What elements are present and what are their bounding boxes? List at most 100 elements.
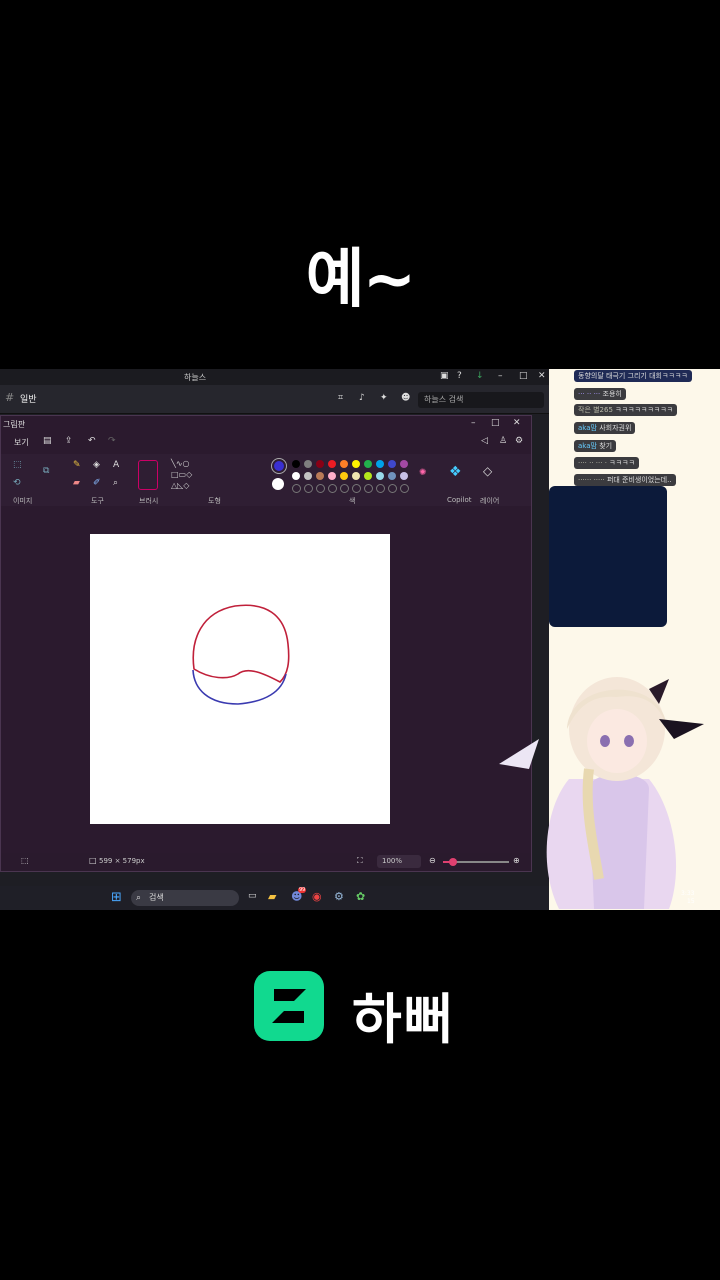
palette-color-swatch[interactable] (400, 460, 408, 468)
group-label-brushes: 브러시 (139, 497, 159, 505)
primary-color-swatch[interactable] (271, 458, 287, 474)
close-icon[interactable]: ✕ (538, 371, 546, 381)
steam-icon[interactable]: ⚙ (334, 890, 344, 903)
secondary-color-swatch[interactable] (272, 478, 284, 490)
empty-color-slot[interactable] (388, 484, 397, 493)
undo-icon[interactable]: ↶ (88, 436, 96, 446)
paint-title: 그림판 (3, 420, 26, 429)
empty-color-slot[interactable] (316, 484, 325, 493)
chat-message: 작은 별265 ㅋㅋㅋㅋㅋㅋㅋㅋㅋ (574, 404, 678, 416)
paint-minimize-icon[interactable]: – (471, 418, 476, 428)
windows-start-icon[interactable]: ⊞ (111, 890, 122, 905)
share-icon[interactable]: ⇪ (65, 436, 73, 446)
selection-size-icon: ⬚ (21, 856, 29, 865)
caption-text: 예~ (305, 243, 417, 317)
bell-icon[interactable]: ♪ (359, 393, 365, 403)
account-icon[interactable]: ♙ (499, 436, 507, 446)
taskbar-search[interactable]: ⌕ 검색 (131, 890, 239, 906)
paint-menu-bar: 보기 ▤ ⇪ ↶ ↷ ◁ ♙ ⚙ (1, 432, 531, 454)
group-label-shapes: 도형 (208, 497, 221, 505)
file-explorer-icon[interactable]: ▰ (268, 890, 276, 903)
paint-title-bar: 그림판 – □ ✕ (1, 416, 531, 432)
color-palette (292, 458, 417, 493)
settings-icon[interactable]: ⚙ (515, 436, 523, 446)
canvas-size-icon: □ (89, 856, 97, 865)
group-label-image: 이미지 (13, 497, 33, 505)
palette-color-swatch[interactable] (364, 472, 372, 480)
paint-app-icon[interactable]: ✿ (356, 890, 365, 903)
eraser-icon[interactable]: ▰ (73, 478, 80, 488)
chat-message: ··· ·· ··· 조용히 (574, 388, 626, 400)
empty-color-slot[interactable] (328, 484, 337, 493)
empty-color-slot[interactable] (400, 484, 409, 493)
drawing-canvas[interactable] (90, 534, 390, 824)
palette-color-swatch[interactable] (364, 460, 372, 468)
rotate-icon[interactable]: ⟲ (13, 478, 21, 488)
download-icon[interactable]: ↓ (476, 371, 484, 381)
canvas-dimensions: 599 × 579px (99, 857, 145, 865)
palette-color-swatch[interactable] (388, 460, 396, 468)
empty-color-slot[interactable] (376, 484, 385, 493)
empty-color-slot[interactable] (364, 484, 373, 493)
task-view-icon[interactable]: ▭ (248, 891, 257, 901)
discord-search-input[interactable]: 하늘스 검색 (418, 392, 544, 408)
palette-color-swatch[interactable] (292, 472, 300, 480)
paint-status-bar: ⬚ □ 599 × 579px ⛶ 100% ⊖ ⊕ (1, 853, 531, 871)
palette-color-swatch[interactable] (340, 472, 348, 480)
menu-view[interactable]: 보기 (14, 437, 29, 448)
palette-color-swatch[interactable] (340, 460, 348, 468)
save-icon[interactable]: ▤ (43, 436, 52, 446)
maximize-icon[interactable]: □ (519, 371, 528, 381)
palette-color-swatch[interactable] (328, 472, 336, 480)
palette-color-swatch[interactable] (352, 472, 360, 480)
select-icon[interactable]: ⬚ (13, 460, 22, 470)
empty-color-slot[interactable] (292, 484, 301, 493)
zoom-out-icon[interactable]: ⊖ (429, 856, 436, 865)
zoom-select[interactable]: 100% (377, 855, 421, 868)
palette-color-swatch[interactable] (316, 472, 324, 480)
inbox-icon[interactable]: ▣ (440, 371, 449, 381)
minimize-icon[interactable]: – (498, 371, 503, 381)
color-picker-icon[interactable]: ✐ (93, 478, 101, 488)
pencil-icon[interactable]: ✎ (73, 460, 81, 470)
paint-ribbon: ⬚ ⟲ ⧉ 이미지 ✎ ◈ A ▰ ✐ ⌕ 도구 브러시 ╲∿○ □▭◇ △◺◇ 도… (1, 454, 531, 507)
palette-color-swatch[interactable] (388, 472, 396, 480)
palette-color-swatch[interactable] (328, 460, 336, 468)
discord-title-bar: 하늘스 ▣ ? ↓ – □ ✕ (0, 369, 550, 385)
paint-window: 그림판 – □ ✕ 보기 ▤ ⇪ ↶ ↷ ◁ ♙ ⚙ ⬚ ⟲ ⧉ 이미지 ✎ ◈… (0, 415, 532, 872)
palette-color-swatch[interactable] (316, 460, 324, 468)
palette-color-swatch[interactable] (304, 460, 312, 468)
brush-icon[interactable] (138, 460, 158, 490)
help-icon[interactable]: ? (457, 371, 462, 381)
palette-color-swatch[interactable] (376, 472, 384, 480)
edit-colors-icon[interactable]: ✺ (419, 468, 427, 478)
palette-color-swatch[interactable] (352, 460, 360, 468)
text-icon[interactable]: A (113, 460, 119, 470)
pin-icon[interactable]: ✦ (380, 393, 388, 403)
paint-maximize-icon[interactable]: □ (491, 418, 500, 428)
layers-icon[interactable]: ◇ (483, 464, 492, 478)
palette-color-swatch[interactable] (376, 460, 384, 468)
magnifier-icon[interactable]: ⌕ (113, 478, 118, 488)
redo-icon[interactable]: ↷ (108, 436, 116, 446)
clock-date: 15 (687, 898, 695, 905)
palette-color-swatch[interactable] (400, 472, 408, 480)
empty-color-slot[interactable] (340, 484, 349, 493)
empty-color-slot[interactable] (304, 484, 313, 493)
paint-close-icon[interactable]: ✕ (513, 418, 521, 428)
chrome-icon[interactable]: ◉ (312, 890, 322, 903)
resize-icon[interactable]: ⧉ (43, 466, 49, 476)
group-label-tools: 도구 (91, 497, 104, 505)
empty-color-slot[interactable] (352, 484, 361, 493)
clock-time: 3:33 (681, 890, 695, 897)
shapes-gallery[interactable]: ╲∿○ □▭◇ △◺◇ (171, 458, 205, 492)
palette-color-swatch[interactable] (304, 472, 312, 480)
fit-screen-icon[interactable]: ⛶ (357, 856, 363, 866)
copilot-icon[interactable]: ❖ (449, 464, 462, 480)
fill-icon[interactable]: ◈ (93, 460, 100, 470)
palette-color-swatch[interactable] (292, 460, 300, 468)
members-icon[interactable]: ☻ (401, 393, 410, 403)
feedback-icon[interactable]: ◁ (481, 436, 488, 446)
screen-capture: 하늘스 ▣ ? ↓ – □ ✕ # 일반 ⌗ ♪ ✦ ☻ 하늘스 검색 그림판 … (0, 369, 720, 910)
threads-icon[interactable]: ⌗ (338, 393, 343, 403)
